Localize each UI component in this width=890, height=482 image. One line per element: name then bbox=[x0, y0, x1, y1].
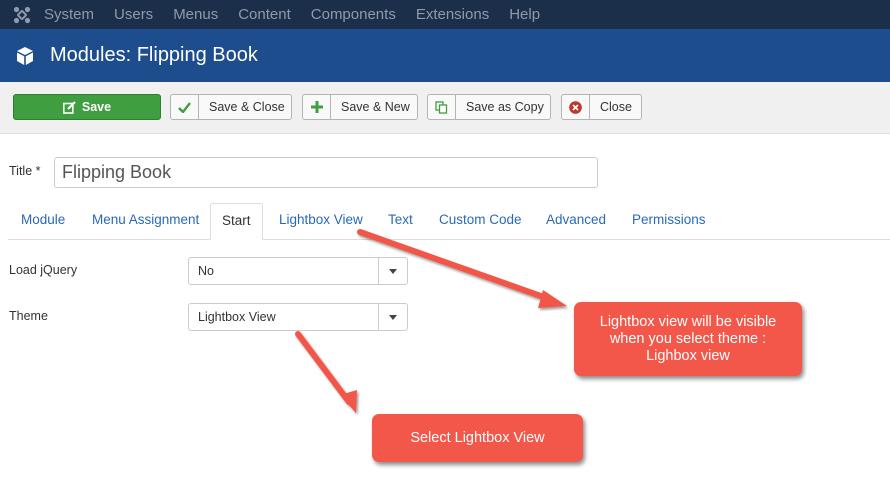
theme-value: Lightbox View bbox=[198, 310, 276, 324]
title-input[interactable]: Flipping Book bbox=[54, 157, 598, 188]
tab-start[interactable]: Start bbox=[210, 203, 263, 240]
tab-bar: Module Menu Assignment Start Lightbox Vi… bbox=[8, 203, 890, 240]
tab-lightbox-view[interactable]: Lightbox View bbox=[268, 203, 374, 239]
tab-permissions[interactable]: Permissions bbox=[621, 203, 717, 239]
menu-content[interactable]: Content bbox=[238, 0, 291, 29]
tab-menu-assignment[interactable]: Menu Assignment bbox=[81, 203, 210, 239]
save-close-label: Save & Close bbox=[209, 100, 285, 114]
caret-down-icon bbox=[378, 258, 407, 284]
save-as-copy-label: Save as Copy bbox=[466, 100, 544, 114]
tab-custom-code[interactable]: Custom Code bbox=[428, 203, 533, 239]
menu-extensions[interactable]: Extensions bbox=[416, 0, 489, 29]
title-label: Title * bbox=[9, 164, 41, 178]
theme-label: Theme bbox=[9, 309, 48, 323]
load-jquery-label: Load jQuery bbox=[9, 263, 78, 277]
lightbox-info-callout: Lightbox view will be visible when you s… bbox=[574, 302, 802, 376]
save-button[interactable]: Save bbox=[13, 94, 161, 120]
select-lightbox-callout: Select Lightbox View bbox=[372, 414, 583, 462]
close-button[interactable]: Close bbox=[561, 94, 642, 120]
top-navigation: System Users Menus Content Components Ex… bbox=[0, 0, 890, 29]
load-jquery-value: No bbox=[198, 264, 214, 278]
menu-users[interactable]: Users bbox=[114, 0, 153, 29]
load-jquery-select[interactable]: No bbox=[188, 257, 408, 285]
header-bar: Modules: Flipping Book bbox=[0, 29, 890, 82]
theme-select[interactable]: Lightbox View bbox=[188, 303, 408, 331]
cube-icon bbox=[17, 46, 33, 65]
joomla-logo-icon[interactable] bbox=[0, 0, 44, 29]
copy-icon bbox=[428, 95, 456, 119]
tab-module[interactable]: Module bbox=[10, 203, 76, 239]
tab-advanced[interactable]: Advanced bbox=[535, 203, 617, 239]
menu-system[interactable]: System bbox=[44, 0, 94, 29]
check-icon bbox=[171, 95, 199, 119]
toolbar: Save Save & Close Save & New Save as Cop… bbox=[0, 82, 890, 134]
save-new-label: Save & New bbox=[341, 100, 410, 114]
page-title: Modules: Flipping Book bbox=[50, 44, 258, 66]
save-as-copy-button[interactable]: Save as Copy bbox=[427, 94, 551, 120]
plus-icon bbox=[303, 95, 331, 119]
menu-menus[interactable]: Menus bbox=[173, 0, 218, 29]
edit-icon bbox=[62, 95, 76, 119]
menu-components[interactable]: Components bbox=[311, 0, 396, 29]
arrow-to-theme-select bbox=[295, 331, 357, 413]
caret-down-icon bbox=[378, 304, 407, 330]
save-close-button[interactable]: Save & Close bbox=[170, 94, 292, 120]
close-label: Close bbox=[600, 100, 632, 114]
menu-help[interactable]: Help bbox=[509, 0, 540, 29]
tab-text[interactable]: Text bbox=[377, 203, 424, 239]
save-label: Save bbox=[81, 100, 112, 114]
save-new-button[interactable]: Save & New bbox=[302, 94, 418, 120]
close-circle-icon bbox=[562, 95, 590, 119]
